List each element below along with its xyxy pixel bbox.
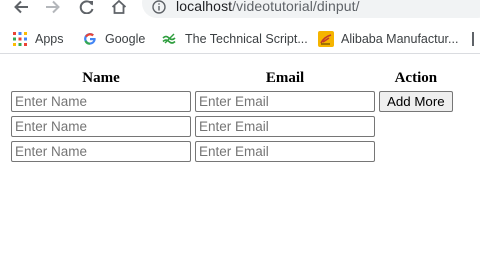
email-input[interactable]	[195, 91, 375, 112]
forward-arrow-icon[interactable]	[44, 0, 62, 14]
bookmark-alibaba[interactable]: Alibaba Manufactur...	[318, 30, 458, 48]
name-input[interactable]	[11, 91, 191, 112]
bookmark-label: Alibaba Manufactur...	[341, 32, 459, 46]
email-column-header: Email	[265, 69, 305, 86]
url-host: localhost	[176, 0, 233, 14]
bookmarks-bar: Apps Google The Technical Script... Alib…	[0, 24, 480, 54]
add-more-button[interactable]: Add More	[379, 91, 453, 112]
dynamic-input-form: Name Email Action Add More	[8, 66, 456, 165]
google-icon	[82, 31, 98, 47]
name-column-header: Name	[82, 69, 120, 86]
bookmarks-overflow-icon[interactable]	[472, 30, 480, 48]
alibaba-icon	[318, 31, 334, 47]
table-header-row: Name Email Action	[10, 68, 454, 88]
bookmark-label: Apps	[35, 32, 64, 46]
url-path: /videotutorial/dinput/	[232, 0, 360, 14]
email-input[interactable]	[195, 141, 375, 162]
bookmark-google[interactable]: Google	[82, 30, 145, 48]
email-input[interactable]	[195, 116, 375, 137]
technical-script-icon	[162, 31, 178, 47]
home-icon[interactable]	[110, 0, 128, 14]
action-column-header: Action	[394, 69, 438, 86]
table-row	[10, 140, 454, 163]
name-input[interactable]	[11, 116, 191, 137]
apps-grid-icon	[12, 31, 28, 47]
table-row: Add More	[10, 90, 454, 113]
bookmark-label: Google	[105, 32, 146, 46]
info-icon[interactable]	[152, 0, 166, 14]
bookmark-apps[interactable]: Apps	[12, 30, 64, 48]
name-input[interactable]	[11, 141, 191, 162]
back-arrow-icon[interactable]	[12, 0, 30, 14]
bookmark-technical-script[interactable]: The Technical Script...	[162, 30, 308, 48]
url-text[interactable]: localhost/videotutorial/dinput/	[176, 0, 360, 14]
table-row	[10, 115, 454, 138]
reload-icon[interactable]	[78, 0, 96, 14]
bookmark-label: The Technical Script...	[185, 32, 308, 46]
input-table: Name Email Action Add More	[8, 66, 456, 165]
browser-toolbar: localhost/videotutorial/dinput/	[0, 0, 480, 20]
